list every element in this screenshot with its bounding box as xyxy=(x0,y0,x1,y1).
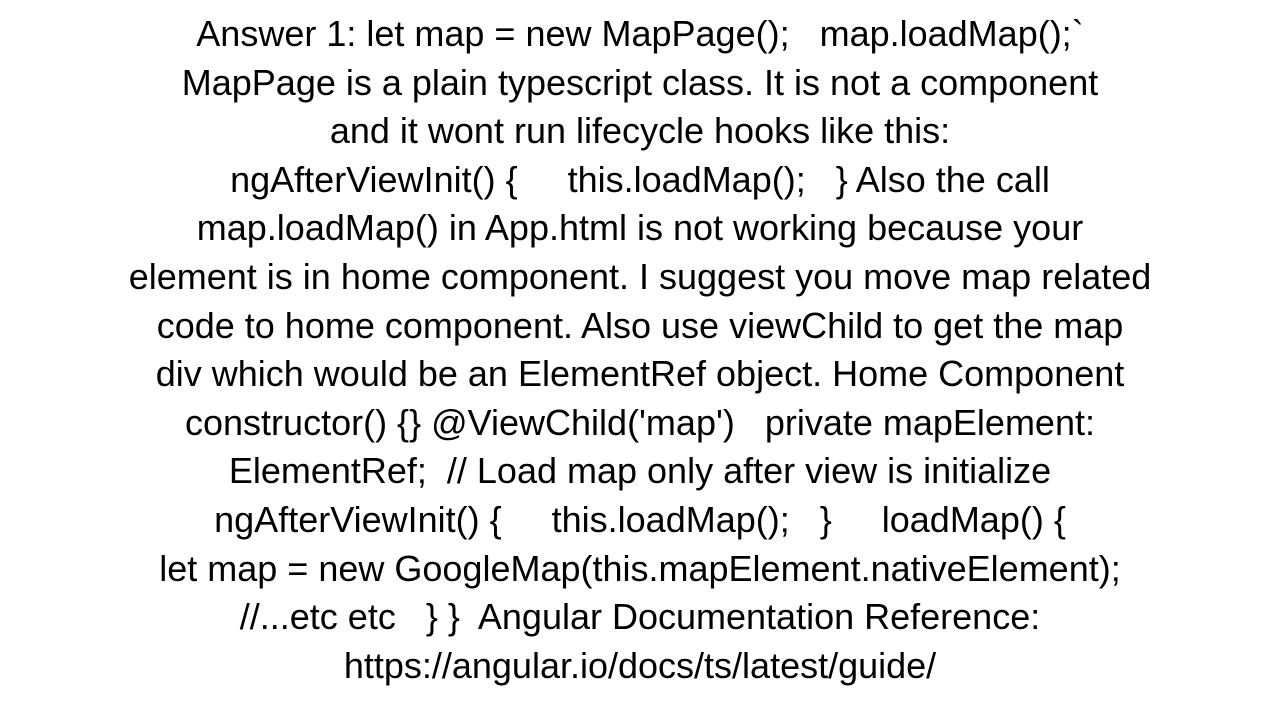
answer-text: Answer 1: let map = new MapPage(); map.l… xyxy=(0,10,1280,690)
main-content: Answer 1: let map = new MapPage(); map.l… xyxy=(0,0,1280,720)
